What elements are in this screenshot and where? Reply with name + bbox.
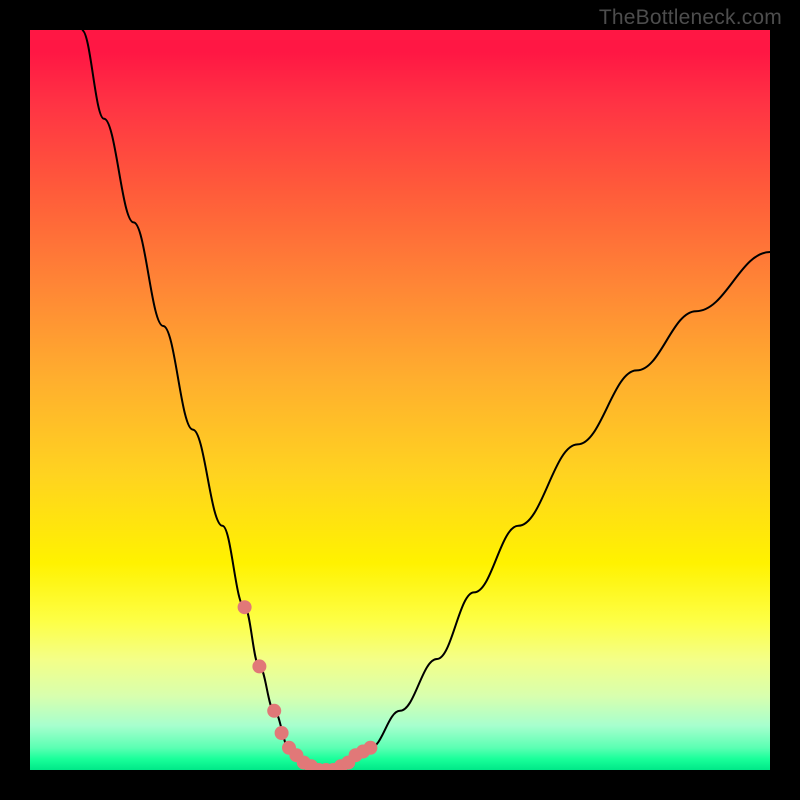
sweet-spot-dot xyxy=(252,659,266,673)
sweet-spot-dot xyxy=(267,704,281,718)
sweet-spot-dots xyxy=(238,600,378,770)
chart-frame: TheBottleneck.com xyxy=(0,0,800,800)
curve-path xyxy=(82,30,770,770)
sweet-spot-dot xyxy=(363,741,377,755)
sweet-spot-dot xyxy=(275,726,289,740)
plot-area xyxy=(30,30,770,770)
sweet-spot-dot xyxy=(238,600,252,614)
watermark-text: TheBottleneck.com xyxy=(599,6,782,30)
chart-svg xyxy=(30,30,770,770)
bottleneck-curve-line xyxy=(82,30,770,770)
